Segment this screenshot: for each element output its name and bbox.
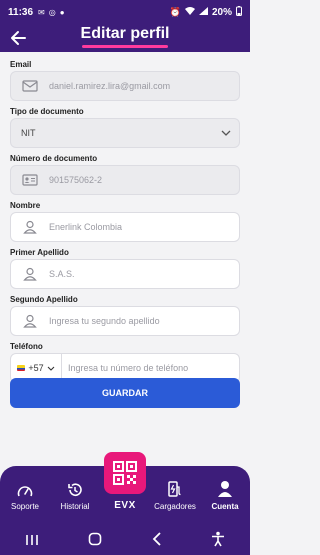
- second-surname-placeholder: Ingresa tu segundo apellido: [49, 316, 160, 326]
- id-card-icon: [11, 174, 49, 186]
- system-nav-bar: [0, 528, 250, 555]
- nav-item-cargadores[interactable]: Cargadores: [150, 476, 200, 511]
- name-value: Enerlink Colombia: [49, 222, 123, 232]
- app-header: Editar perfil: [0, 24, 250, 52]
- status-bar: 11:36 ✉ ◎ ● ⏰ 20%: [0, 0, 250, 24]
- nav-item-soporte[interactable]: Soporte: [0, 476, 50, 511]
- home-button[interactable]: [88, 532, 102, 551]
- first-surname-input[interactable]: S.A.S.: [10, 259, 240, 289]
- accessibility-icon: [212, 531, 225, 547]
- alarm-icon: ⏰: [169, 6, 181, 17]
- chevron-down-icon: [47, 366, 55, 371]
- status-right: ⏰ 20%: [170, 6, 242, 18]
- back-nav-button[interactable]: [152, 532, 162, 551]
- history-icon: [50, 476, 100, 498]
- doc-number-field[interactable]: 901575062-2: [10, 165, 240, 195]
- person-icon: [11, 220, 49, 234]
- first-surname-value: S.A.S.: [49, 269, 75, 279]
- doc-number-label: Número de documento: [10, 154, 98, 163]
- name-input[interactable]: Enerlink Colombia: [10, 212, 240, 242]
- nav-label-cuenta: Cuenta: [211, 502, 239, 511]
- wifi-icon: [184, 7, 195, 17]
- battery-icon: [236, 6, 242, 18]
- page-title: Editar perfil: [80, 25, 170, 42]
- person-icon: [11, 267, 49, 281]
- chevron-down-icon: [213, 130, 239, 136]
- nav-label-soporte: Soporte: [10, 502, 40, 511]
- email-field[interactable]: daniel.ramirez.lira@gmail.com: [10, 71, 240, 101]
- nav-label-historial: Historial: [60, 502, 90, 511]
- nav-item-cuenta[interactable]: Cuenta: [200, 476, 250, 511]
- country-code-value: +57: [28, 363, 44, 373]
- email-label: Email: [10, 60, 32, 69]
- notification-icons: ✉ ◎ ●: [38, 8, 65, 17]
- recent-apps-button[interactable]: [25, 533, 39, 551]
- name-label: Nombre: [10, 201, 41, 210]
- email-value: daniel.ramirez.lira@gmail.com: [49, 81, 171, 91]
- recent-apps-icon: [25, 534, 38, 545]
- gauge-icon: [0, 476, 50, 498]
- status-time: 11:36: [8, 6, 34, 18]
- accessibility-button[interactable]: [211, 531, 225, 552]
- evx-logo: EVX: [114, 500, 136, 511]
- back-chevron-icon: [152, 532, 161, 546]
- person-icon: [11, 314, 49, 328]
- phone-label: Teléfono: [10, 342, 43, 351]
- doc-type-label: Tipo de documento: [10, 107, 84, 116]
- signal-icon: [198, 7, 208, 17]
- phone-placeholder: Ingresa tu número de teléfono: [68, 363, 189, 373]
- notification-icon: ●: [59, 7, 65, 17]
- mail-icon: ✉: [38, 7, 45, 17]
- battery-level: 20%: [211, 6, 232, 18]
- qr-scan-button[interactable]: [104, 452, 146, 494]
- profile-form: Email daniel.ramirez.lira@gmail.com Tipo…: [10, 60, 240, 389]
- mail-icon: [11, 80, 49, 92]
- colombia-flag-icon: [17, 365, 26, 371]
- qr-code-icon: [113, 461, 137, 485]
- second-surname-input[interactable]: Ingresa tu segundo apellido: [10, 306, 240, 336]
- second-surname-label: Segundo Apellido: [10, 295, 78, 304]
- nav-label-cargadores: Cargadores: [154, 502, 196, 511]
- doc-number-value: 901575062-2: [49, 175, 103, 185]
- person-icon: [200, 476, 250, 498]
- first-surname-label: Primer Apellido: [10, 248, 69, 257]
- whatsapp-icon: ◎: [48, 7, 56, 17]
- save-button[interactable]: GUARDAR: [10, 378, 240, 408]
- title-underline: [82, 45, 168, 48]
- doc-type-value: NIT: [21, 128, 36, 138]
- nav-item-historial[interactable]: Historial: [50, 476, 100, 511]
- home-icon: [88, 532, 102, 546]
- doc-type-select[interactable]: NIT: [10, 118, 240, 148]
- charger-icon: [150, 476, 200, 498]
